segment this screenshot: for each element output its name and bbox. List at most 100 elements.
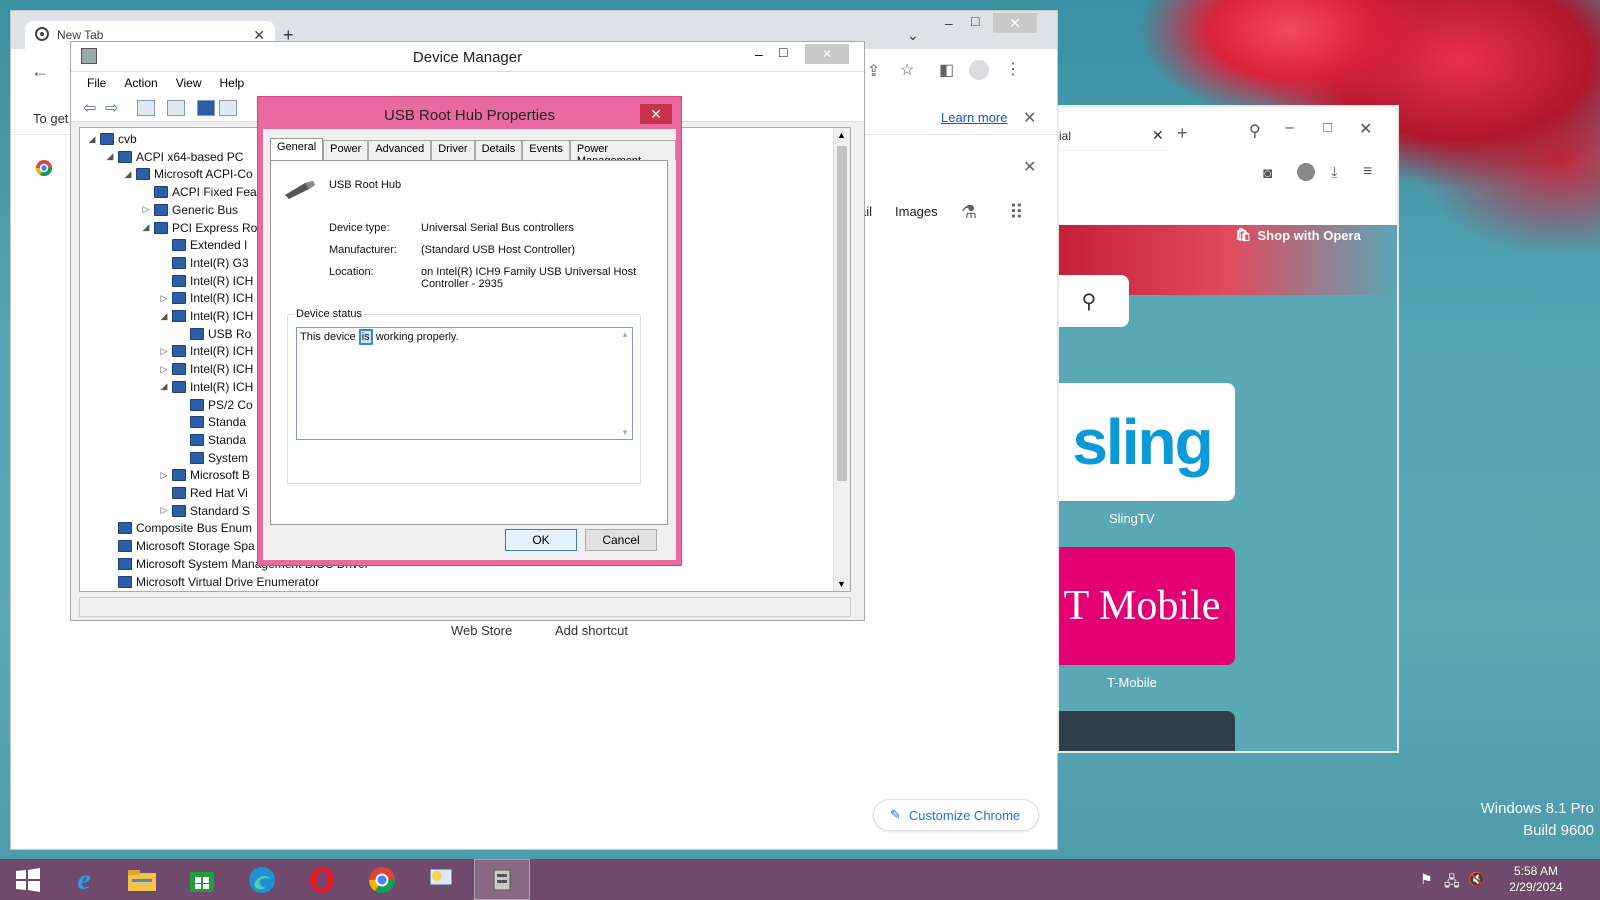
status-scroll-up-icon[interactable]: ▲	[621, 330, 629, 339]
side-panel-icon[interactable]: ◧	[939, 60, 954, 80]
opera-camera-icon[interactable]: ◙	[1263, 165, 1272, 182]
cancel-button[interactable]: Cancel	[585, 529, 657, 551]
action-center-flag-icon[interactable]: ⚑	[1420, 871, 1433, 888]
volume-muted-icon[interactable]: 🔇	[1468, 871, 1485, 888]
tree-row[interactable]: ▷ Intel(R) ICH	[158, 342, 254, 360]
collapse-arrow-icon[interactable]: ◢	[158, 381, 170, 392]
tree-row[interactable]: USB Ro	[176, 325, 251, 343]
props-close-icon[interactable]: ✕	[640, 104, 672, 124]
opera-download-icon[interactable]: ⤓	[1331, 164, 1338, 181]
tree-row[interactable]: Intel(R) G3	[158, 254, 249, 272]
chrome-icon[interactable]	[354, 859, 410, 900]
opera-icon[interactable]	[294, 859, 350, 900]
tree-row[interactable]: ACPI Fixed Fea	[140, 183, 257, 201]
device-status-textbox[interactable]: This device is working properly. ▲ ▼	[296, 327, 633, 440]
collapse-arrow-icon[interactable]: ◢	[104, 151, 116, 162]
opera-menu-icon[interactable]: ≡	[1363, 163, 1372, 181]
close-window-icon[interactable]: ✕	[993, 13, 1037, 33]
tree-row[interactable]: ▷ Standard S	[158, 502, 251, 520]
opera-search-icon[interactable]: ⚲	[1249, 121, 1261, 141]
tab-details[interactable]: Details	[474, 140, 523, 160]
tree-row[interactable]: System	[176, 449, 248, 467]
tree-row[interactable]: Intel(R) ICH	[158, 272, 253, 290]
expand-arrow-icon[interactable]: ▷	[158, 505, 170, 516]
back-icon[interactable]: ←	[31, 61, 49, 82]
dm-minimize-icon[interactable]: –	[755, 46, 763, 62]
tree-row[interactable]: Standa	[176, 413, 246, 431]
status-scroll-down-icon[interactable]: ▼	[621, 428, 629, 437]
images-link[interactable]: Images	[895, 204, 938, 219]
expand-arrow-icon[interactable]: ▷	[140, 204, 152, 215]
tree-row[interactable]: ▷ Intel(R) ICH	[158, 360, 254, 378]
shop-with-opera[interactable]: 🛍 Shop with Opera	[1235, 227, 1361, 243]
bookmark-star-icon[interactable]: ☆	[900, 60, 914, 80]
tree-row[interactable]: ◢ Intel(R) ICH	[158, 378, 254, 396]
tree-row[interactable]: ▷ Intel(R) ICH	[158, 289, 254, 307]
maximize-icon[interactable]: □	[971, 13, 979, 29]
opera-close-icon[interactable]: ✕	[1359, 119, 1372, 139]
shortcut-add[interactable]: Add shortcut	[555, 623, 628, 638]
tree-row[interactable]: PS/2 Co	[176, 396, 253, 414]
tree-row[interactable]: ▷ Microsoft B	[158, 466, 250, 484]
tree-row[interactable]: ◢ cvb	[86, 130, 137, 148]
opera-search-box[interactable]: ⚲	[1059, 275, 1129, 327]
tree-scrollbar[interactable]: ▲ ▼	[833, 128, 850, 591]
device-manager-taskbar-icon[interactable]	[474, 859, 530, 900]
tree-row[interactable]: ▷ Generic Bus	[140, 201, 239, 219]
menu-help[interactable]: Help	[220, 76, 245, 90]
learn-more-link[interactable]: Learn more	[941, 110, 1007, 125]
opera-minimize-icon[interactable]: –	[1285, 119, 1294, 137]
opera-maximize-icon[interactable]: □	[1323, 119, 1332, 136]
minimize-icon[interactable]: –	[945, 15, 953, 31]
expand-arrow-icon[interactable]: ▷	[158, 364, 170, 375]
internet-explorer-icon[interactable]: e	[56, 859, 112, 900]
ok-button[interactable]: OK	[505, 529, 577, 551]
expand-arrow-icon[interactable]: ▷	[158, 470, 170, 481]
tab-advanced[interactable]: Advanced	[368, 140, 432, 160]
apps-grid-icon[interactable]: ⠿	[1009, 200, 1024, 225]
help-toolbar-icon[interactable]	[197, 100, 215, 116]
labs-flask-icon[interactable]: ⚗	[961, 202, 977, 223]
back-arrow-icon[interactable]: ⇦	[83, 98, 96, 118]
expand-arrow-icon[interactable]: ▷	[158, 346, 170, 357]
show-hide-console-icon[interactable]	[137, 100, 155, 116]
collapse-arrow-icon[interactable]: ◢	[158, 311, 170, 322]
tree-row[interactable]: ◢ Intel(R) ICH	[158, 307, 254, 325]
menu-view[interactable]: View	[176, 76, 202, 90]
tree-row[interactable]: Composite Bus Enum	[104, 519, 252, 537]
scroll-thumb[interactable]	[837, 146, 847, 481]
collapse-arrow-icon[interactable]: ◢	[140, 222, 152, 233]
menu-action[interactable]: Action	[124, 76, 157, 90]
speed-dial-tmobile[interactable]: T Mobile	[1059, 547, 1235, 665]
tab-power-management[interactable]: Power Management	[569, 140, 676, 167]
infobar-close-icon[interactable]: ✕	[1023, 108, 1036, 128]
opera-new-tab-icon[interactable]: +	[1177, 123, 1188, 144]
speed-dial-sling[interactable]: sling	[1059, 383, 1235, 501]
scroll-down-icon[interactable]: ▼	[837, 579, 846, 589]
opera-tab-close-icon[interactable]: ✕	[1152, 127, 1164, 144]
tree-row[interactable]: Standa	[176, 431, 246, 449]
share-icon[interactable]: ⇪	[867, 61, 880, 81]
clock[interactable]: 5:58 AM 2/29/2024	[1500, 863, 1572, 895]
file-explorer-icon[interactable]	[114, 859, 170, 900]
tree-row[interactable]: ◢ Microsoft ACPI-Co	[122, 165, 253, 183]
tree-row[interactable]: Extended I	[158, 236, 247, 254]
customize-chrome-button[interactable]: ✎ Customize Chrome	[873, 799, 1039, 831]
collapse-arrow-icon[interactable]: ◢	[86, 134, 98, 145]
tree-row[interactable]: Red Hat Vi	[158, 484, 248, 502]
remote-desktop-icon[interactable]	[414, 859, 470, 900]
opera-profile-icon[interactable]	[1297, 163, 1315, 181]
scan-hardware-icon[interactable]	[219, 100, 237, 116]
scroll-up-icon[interactable]: ▲	[837, 130, 846, 140]
tab-search-chevron-icon[interactable]: ⌄	[907, 27, 919, 44]
shortcut-web-store[interactable]: Web Store	[451, 623, 512, 638]
tab-power[interactable]: Power	[323, 140, 369, 160]
tree-row[interactable]: ◢ ACPI x64-based PC	[104, 148, 244, 166]
tab-general[interactable]: General	[270, 138, 324, 161]
opera-tab[interactable]: ial ✕	[1059, 121, 1169, 151]
tree-row[interactable]: ◢ PCI Express Ro	[140, 219, 258, 237]
tab-events[interactable]: Events	[522, 140, 570, 160]
dm-maximize-icon[interactable]: □	[779, 44, 787, 60]
banner-close-icon[interactable]: ✕	[1023, 157, 1036, 177]
store-icon[interactable]	[174, 859, 230, 900]
